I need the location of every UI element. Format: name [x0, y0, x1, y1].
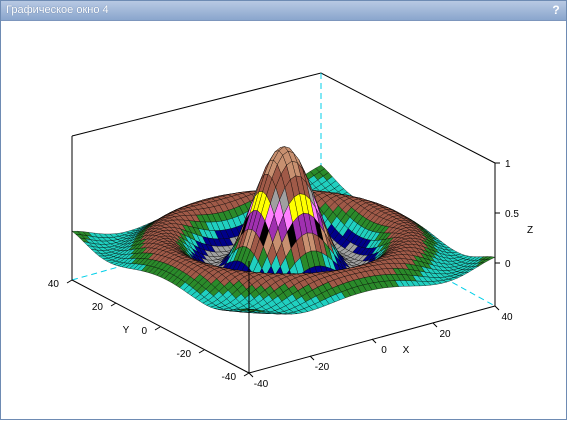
z-tick-label: 0	[505, 259, 511, 270]
axis-tick	[67, 280, 72, 283]
axis-tick	[199, 350, 204, 353]
y-axis-label: Y	[123, 325, 130, 336]
z-axis-label: Z	[527, 225, 533, 236]
surface-mesh	[72, 147, 495, 315]
x-tick-label: 40	[501, 312, 513, 323]
y-tick-label: 0	[141, 326, 147, 337]
x-tick-label: 20	[439, 329, 451, 340]
y-tick-label: 20	[92, 302, 104, 313]
y-tick-label: -20	[177, 349, 192, 360]
axis-tick	[310, 356, 314, 360]
axis-tick	[372, 339, 376, 343]
plot-canvas[interactable]: 40 20 0 -20 -40 Y -40 -20 0 20 40 X 0 0.5 1 Z	[1, 21, 566, 419]
z-tick-label: 1	[505, 159, 511, 170]
y-tick-label: 40	[48, 279, 60, 290]
y-tick-label: -40	[222, 372, 237, 383]
window-title: Графическое окно 4	[6, 4, 109, 16]
axis-tick	[495, 306, 499, 310]
axis-tick	[433, 323, 437, 327]
help-button[interactable]: ?	[549, 3, 563, 17]
surface-plot: 40 20 0 -20 -40 Y -40 -20 0 20 40 X 0 0.5 1 Z	[1, 21, 566, 419]
axis-tick	[244, 373, 249, 376]
title-bar[interactable]: Графическое окно 4 ?	[1, 1, 566, 21]
z-tick-label: 0.5	[505, 209, 519, 220]
x-tick-label: 0	[381, 345, 387, 356]
x-axis-label: X	[403, 345, 410, 356]
axis-tick	[155, 327, 160, 330]
axis-tick	[249, 373, 253, 377]
axis-tick	[111, 303, 116, 306]
x-tick-label: -40	[254, 379, 269, 390]
graphic-window: Графическое окно 4 ?	[0, 0, 567, 420]
x-tick-label: -20	[315, 362, 330, 373]
